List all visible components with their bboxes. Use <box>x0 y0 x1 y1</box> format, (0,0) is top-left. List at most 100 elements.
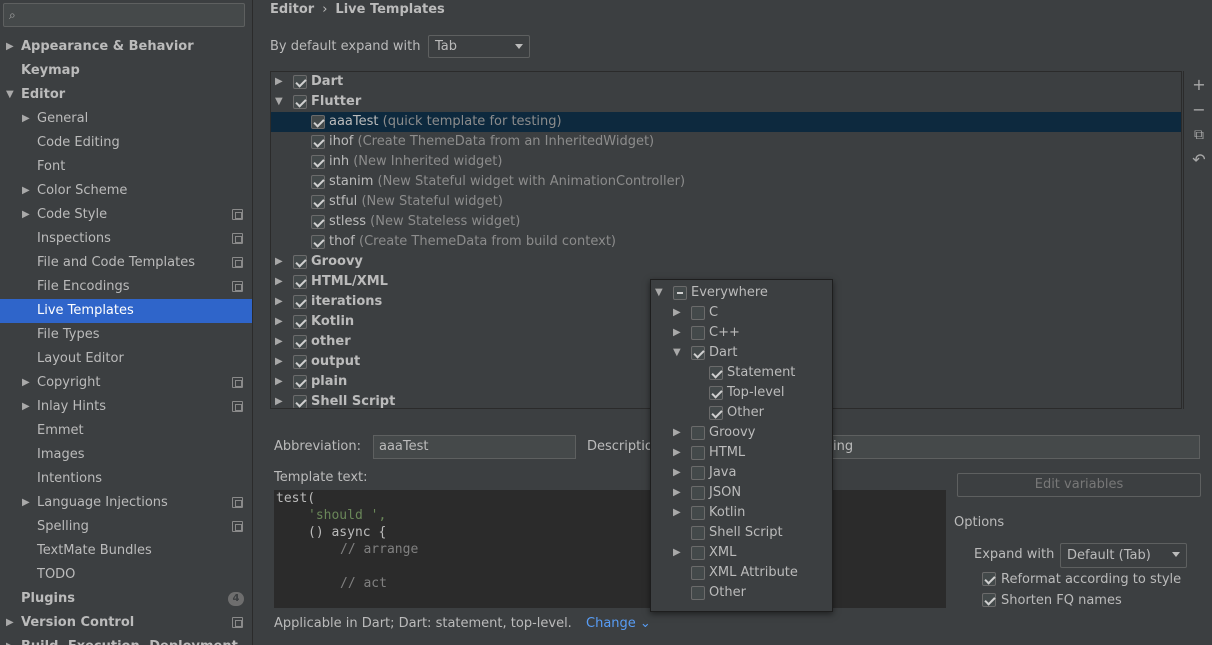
chevron-right-icon[interactable]: ▶ <box>6 35 14 59</box>
expand-with-dropdown[interactable]: Tab <box>428 35 530 58</box>
sidebar-item-spelling[interactable]: Spelling <box>0 515 252 539</box>
context-item-xml[interactable]: ▶ XML <box>651 543 832 563</box>
context-item-top-level[interactable]: Top-level <box>651 383 832 403</box>
sidebar-item-file-types[interactable]: File Types <box>0 323 252 347</box>
template-checkbox[interactable] <box>293 255 307 269</box>
chevron-right-icon[interactable]: ▶ <box>22 395 30 419</box>
chevron-right-icon[interactable]: ▶ <box>22 107 30 131</box>
sidebar-item-intentions[interactable]: Intentions <box>0 467 252 491</box>
context-checkbox[interactable] <box>691 586 705 600</box>
chevron-right-icon[interactable]: ▶ <box>6 611 14 635</box>
chevron-right-icon[interactable]: ▶ <box>275 312 283 332</box>
sidebar-item-color-scheme[interactable]: ▶ Color Scheme <box>0 179 252 203</box>
sidebar-item-images[interactable]: Images <box>0 443 252 467</box>
sidebar-item-layout-editor[interactable]: Layout Editor <box>0 347 252 371</box>
chevron-right-icon[interactable]: ▶ <box>275 392 283 408</box>
chevron-right-icon[interactable]: ▶ <box>275 252 283 272</box>
sidebar-item-inlay-hints[interactable]: ▶ Inlay Hints <box>0 395 252 419</box>
context-checkbox[interactable] <box>691 346 705 360</box>
context-checkbox[interactable] <box>691 326 705 340</box>
chevron-right-icon[interactable]: ▶ <box>22 371 30 395</box>
template-item-stless[interactable]: stless (New Stateless widget) <box>271 212 1181 232</box>
sidebar-item-font[interactable]: Font <box>0 155 252 179</box>
settings-search-input[interactable]: ⌕ <box>3 3 245 27</box>
sidebar-item-version-control[interactable]: ▶ Version Control <box>0 611 252 635</box>
context-checkbox[interactable] <box>709 406 723 420</box>
chevron-right-icon[interactable]: ▶ <box>673 503 681 523</box>
chevron-right-icon[interactable]: ▶ <box>673 443 681 463</box>
sidebar-item-file-encodings[interactable]: File Encodings <box>0 275 252 299</box>
chevron-down-icon[interactable]: ▼ <box>6 83 14 107</box>
context-checkbox[interactable] <box>691 486 705 500</box>
template-group-groovy[interactable]: ▶ Groovy <box>271 252 1181 272</box>
context-item-json[interactable]: ▶ JSON <box>651 483 832 503</box>
template-item-stful[interactable]: stful (New Stateful widget) <box>271 192 1181 212</box>
template-checkbox[interactable] <box>293 315 307 329</box>
chevron-down-icon[interactable]: ▼ <box>655 283 663 303</box>
add-icon[interactable]: + <box>1190 76 1208 94</box>
sidebar-item-language-injections[interactable]: ▶ Language Injections <box>0 491 252 515</box>
chevron-down-icon[interactable]: ▼ <box>673 343 681 363</box>
context-checkbox[interactable] <box>673 286 687 300</box>
context-item-java[interactable]: ▶ Java <box>651 463 832 483</box>
shorten-fq-checkbox[interactable] <box>982 593 996 607</box>
sidebar-item-todo[interactable]: TODO <box>0 563 252 587</box>
chevron-right-icon[interactable]: ▶ <box>275 332 283 352</box>
template-checkbox[interactable] <box>293 375 307 389</box>
template-checkbox[interactable] <box>293 395 307 408</box>
remove-icon[interactable]: − <box>1190 101 1208 119</box>
context-item-everywhere[interactable]: ▼ Everywhere <box>651 283 832 303</box>
sidebar-item-general[interactable]: ▶ General <box>0 107 252 131</box>
context-checkbox[interactable] <box>691 546 705 560</box>
chevron-right-icon[interactable]: ▶ <box>22 179 30 203</box>
chevron-right-icon[interactable]: ▶ <box>275 352 283 372</box>
template-checkbox[interactable] <box>293 95 307 109</box>
context-checkbox[interactable] <box>691 466 705 480</box>
sidebar-item-plugins[interactable]: Plugins 4 <box>0 587 252 611</box>
template-item-aaatest[interactable]: aaaTest (quick template for testing) <box>271 112 1181 132</box>
template-checkbox[interactable] <box>293 295 307 309</box>
template-checkbox[interactable] <box>311 175 325 189</box>
context-item-c[interactable]: ▶ C <box>651 303 832 323</box>
chevron-right-icon[interactable]: ▶ <box>673 463 681 483</box>
context-checkbox[interactable] <box>691 566 705 580</box>
template-checkbox[interactable] <box>311 155 325 169</box>
breadcrumb-parent[interactable]: Editor <box>270 2 314 17</box>
chevron-right-icon[interactable]: ▶ <box>275 272 283 292</box>
template-text-editor[interactable]: test('should ', () async {// arrange // ac… <box>274 490 946 608</box>
expand-with-option-dropdown[interactable]: Default (Tab) <box>1060 543 1187 568</box>
chevron-right-icon[interactable]: ▶ <box>22 203 30 227</box>
chevron-right-icon[interactable]: ▶ <box>275 372 283 392</box>
sidebar-item-file-and-code-templates[interactable]: File and Code Templates <box>0 251 252 275</box>
context-checkbox[interactable] <box>691 426 705 440</box>
sidebar-item-code-editing[interactable]: Code Editing <box>0 131 252 155</box>
template-item-stanim[interactable]: stanim (New Stateful widget with Animati… <box>271 172 1181 192</box>
sidebar-item-textmate-bundles[interactable]: TextMate Bundles <box>0 539 252 563</box>
chevron-down-icon[interactable]: ▼ <box>275 92 283 112</box>
copy-icon[interactable]: ⧉ <box>1190 126 1208 144</box>
sidebar-item-code-style[interactable]: ▶ Code Style <box>0 203 252 227</box>
template-checkbox[interactable] <box>293 355 307 369</box>
template-checkbox[interactable] <box>311 235 325 249</box>
chevron-right-icon[interactable]: ▶ <box>673 303 681 323</box>
edit-variables-button[interactable]: Edit variables <box>957 473 1201 497</box>
template-checkbox[interactable] <box>311 215 325 229</box>
abbreviation-input[interactable]: aaaTest <box>373 435 576 459</box>
context-checkbox[interactable] <box>691 506 705 520</box>
context-item-shell-script[interactable]: Shell Script <box>651 523 832 543</box>
chevron-right-icon[interactable]: ▶ <box>275 292 283 312</box>
chevron-right-icon[interactable]: ▶ <box>275 72 283 92</box>
template-group-dart[interactable]: ▶ Dart <box>271 72 1181 92</box>
sidebar-item-build-execution-deployment[interactable]: ▶ Build, Execution, Deployment <box>0 635 252 645</box>
chevron-right-icon[interactable]: ▶ <box>6 635 14 645</box>
context-item-other[interactable]: Other <box>651 583 832 603</box>
chevron-right-icon[interactable]: ▶ <box>673 423 681 443</box>
chevron-right-icon[interactable]: ▶ <box>673 483 681 503</box>
context-item-kotlin[interactable]: ▶ Kotlin <box>651 503 832 523</box>
context-item-statement[interactable]: Statement <box>651 363 832 383</box>
context-checkbox[interactable] <box>709 386 723 400</box>
template-item-thof[interactable]: thof (Create ThemeData from build contex… <box>271 232 1181 252</box>
revert-icon[interactable]: ↶ <box>1190 151 1208 169</box>
context-checkbox[interactable] <box>691 306 705 320</box>
context-item-xml-attribute[interactable]: XML Attribute <box>651 563 832 583</box>
